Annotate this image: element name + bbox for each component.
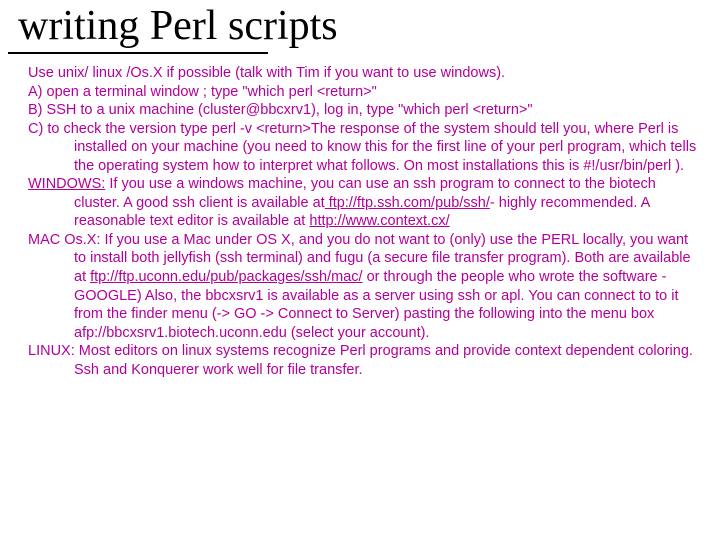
item-c: C) to check the version type perl -v <re…	[28, 120, 700, 176]
context-link[interactable]: http://www.context.cx/	[309, 213, 449, 229]
title-underline	[8, 52, 268, 54]
mac-block: MAC Os.X: If you use a Mac under OS X, a…	[28, 231, 700, 342]
item-b: B) SSH to a unix machine (cluster@bbcxrv…	[28, 101, 700, 120]
uconn-link[interactable]: ftp://ftp.uconn.edu/pub/packages/ssh/mac…	[90, 269, 362, 285]
linux-block: LINUX: Most editors on linux systems rec…	[28, 342, 700, 379]
intro-line: Use unix/ linux /Os.X if possible (talk …	[28, 64, 700, 83]
slide: writing Perl scripts Use unix/ linux /Os…	[0, 0, 720, 540]
page-title: writing Perl scripts	[8, 2, 712, 50]
ssh-link[interactable]: ftp://ftp.ssh.com/pub/ssh/	[325, 195, 490, 211]
windows-block: WINDOWS: If you use a windows machine, y…	[28, 175, 700, 231]
body-text: Use unix/ linux /Os.X if possible (talk …	[8, 64, 712, 379]
item-a: A) open a terminal window ; type "which …	[28, 83, 700, 102]
windows-label: WINDOWS:	[28, 176, 105, 192]
